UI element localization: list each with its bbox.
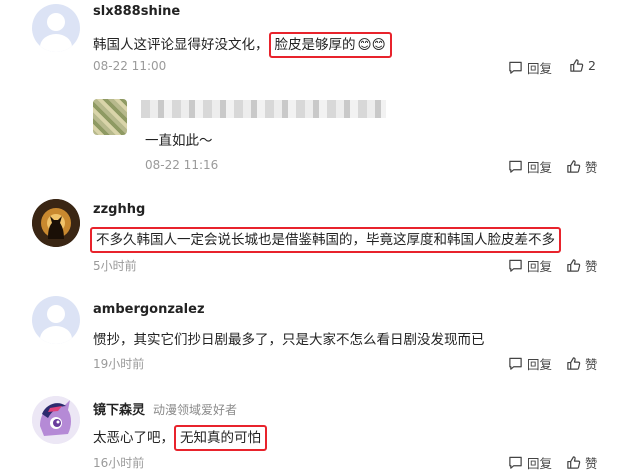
reply-button[interactable]: 回复 <box>508 58 552 77</box>
highlighted-text-content: 脸皮是够厚的 <box>274 37 356 53</box>
like-label: 赞 <box>585 259 598 274</box>
reply-label: 回复 <box>527 61 553 76</box>
reply-text: 一直如此～ <box>145 133 213 149</box>
comment-time: 08-22 11:00 <box>93 59 167 73</box>
avatar[interactable] <box>32 4 80 52</box>
comment-text: 韩国人这评论显得好没文化， 脸皮是够厚的 😊😊 <box>93 32 392 58</box>
reply-label: 回复 <box>527 456 553 471</box>
comment-time: 16小时前 <box>93 456 145 470</box>
cat-silhouette-icon <box>32 199 80 247</box>
reply-time: 08-22 11:16 <box>145 158 219 172</box>
reply-label: 回复 <box>527 160 553 175</box>
avatar-body-shape <box>40 34 72 52</box>
comment-bubble-icon <box>509 61 522 74</box>
avatar-head-shape <box>47 305 65 323</box>
comment-text: 太恶心了吧， 无知真的可怕 <box>93 425 267 451</box>
comment-bubble-icon <box>509 357 522 370</box>
like-label: 赞 <box>585 160 598 175</box>
comment-bubble-icon <box>509 456 522 469</box>
comment-item: 镜下森灵 动漫领域爱好者 太恶心了吧， 无知真的可怕 16小时前 回复 赞 <box>0 390 640 475</box>
comment-text: 惯抄，其实它们抄日剧最多了，只是大家不怎么看日剧没发现而已 <box>93 332 485 348</box>
reply-button[interactable]: 回复 <box>508 354 552 373</box>
pony-character-icon <box>32 396 80 444</box>
reply-button[interactable]: 回复 <box>508 157 552 176</box>
like-button[interactable]: 赞 <box>566 354 598 373</box>
thumbs-up-icon <box>567 160 581 173</box>
comment-item: slx888shine 韩国人这评论显得好没文化， 脸皮是够厚的 😊😊 08-22 … <box>0 0 640 90</box>
reply-button[interactable]: 回复 <box>508 256 552 275</box>
thumbs-up-icon <box>570 59 584 72</box>
like-count: 2 <box>588 58 596 73</box>
reply-label: 回复 <box>527 357 553 372</box>
thumbs-up-icon <box>567 259 581 272</box>
user-badge: 动漫领域爱好者 <box>153 403 238 417</box>
avatar-body-shape <box>40 326 72 344</box>
comment-item: ambergonzalez 惯抄，其实它们抄日剧最多了，只是大家不怎么看日剧没发… <box>0 292 640 382</box>
thumbs-up-icon <box>567 357 581 370</box>
comment-time: 5小时前 <box>93 259 137 273</box>
highlighted-text: 不多久韩国人一定会说长城也是借鉴韩国的，毕竟这厚度和韩国人脸皮差不多 <box>90 227 561 253</box>
username[interactable]: ambergonzalez <box>93 302 205 317</box>
highlighted-text: 脸皮是够厚的 😊😊 <box>268 32 392 58</box>
reply-button[interactable]: 回复 <box>508 453 552 472</box>
like-label: 赞 <box>585 456 598 471</box>
like-button[interactable]: 赞 <box>566 256 598 275</box>
username-text: 镜下森灵 <box>93 403 146 418</box>
comment-text: 不多久韩国人一定会说长城也是借鉴韩国的，毕竟这厚度和韩国人脸皮差不多 <box>90 227 561 253</box>
reply-label: 回复 <box>527 259 553 274</box>
avatar[interactable] <box>32 296 80 344</box>
like-button[interactable]: 赞 <box>566 157 598 176</box>
comment-bubble-icon <box>509 259 522 272</box>
username[interactable]: zzghhg <box>93 202 145 217</box>
comment-bubble-icon <box>509 160 522 173</box>
smile-emoji-icon: 😊😊 <box>357 37 386 53</box>
username[interactable]: slx888shine <box>93 4 180 19</box>
comment-text-plain: 太恶心了吧， <box>93 430 174 446</box>
avatar[interactable] <box>32 396 80 444</box>
like-button[interactable]: 2 <box>569 58 596 73</box>
blurred-username <box>141 100 386 118</box>
comment-time: 19小时前 <box>93 357 145 371</box>
comment-text-plain: 韩国人这评论显得好没文化， <box>93 37 269 53</box>
like-label: 赞 <box>585 357 598 372</box>
reply-item: 一直如此～ 08-22 11:16 回复 赞 <box>0 90 640 185</box>
highlighted-text: 无知真的可怕 <box>174 425 267 451</box>
username[interactable]: 镜下森灵 动漫领域爱好者 <box>93 399 237 418</box>
avatar[interactable] <box>93 99 127 135</box>
like-button[interactable]: 赞 <box>566 453 598 472</box>
avatar[interactable] <box>32 199 80 247</box>
thumbs-up-icon <box>567 456 581 469</box>
comment-item: zzghhg 不多久韩国人一定会说长城也是借鉴韩国的，毕竟这厚度和韩国人脸皮差不… <box>0 195 640 285</box>
avatar-head-shape <box>47 13 65 31</box>
